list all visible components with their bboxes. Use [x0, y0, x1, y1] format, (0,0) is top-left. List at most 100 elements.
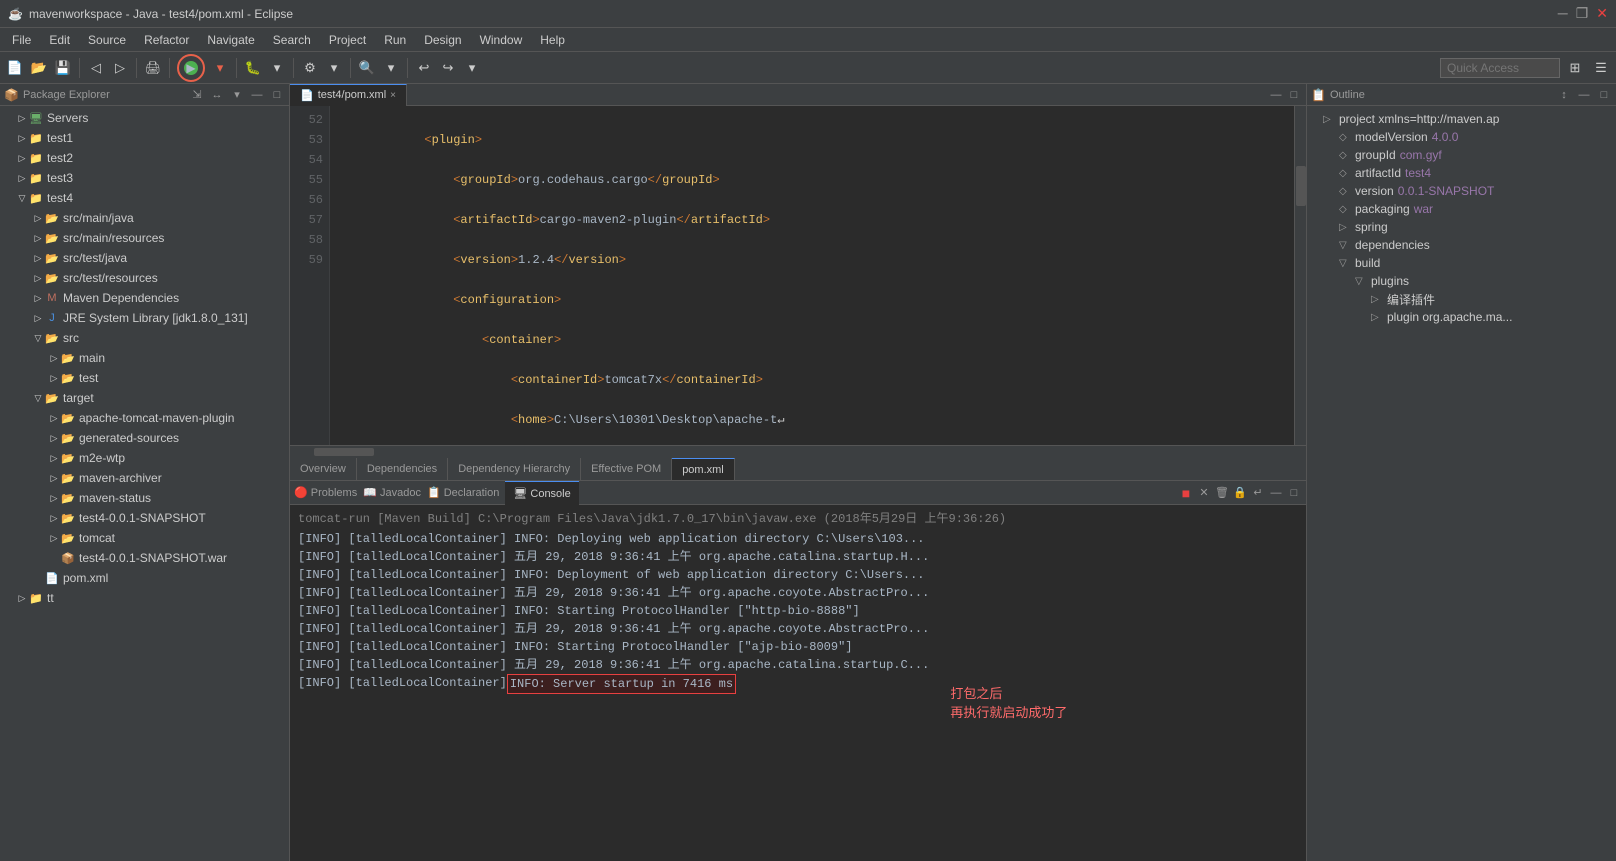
toggle-src[interactable]: ▽ — [32, 332, 44, 344]
tree-item-pom-xml[interactable]: ▷ 📄 pom.xml — [0, 568, 289, 588]
tree-item-tt[interactable]: ▷ 📁 tt — [0, 588, 289, 608]
outline-item-packaging[interactable]: ◇ packaging war — [1307, 200, 1616, 218]
editor-scrollbar[interactable] — [1294, 106, 1306, 445]
editor-hscroll[interactable] — [290, 445, 1306, 457]
menu-design[interactable]: Design — [416, 31, 469, 49]
menu-window[interactable]: Window — [472, 31, 531, 49]
console-tab-declaration[interactable]: 📋 Declaration — [427, 486, 499, 499]
tab-dependencies[interactable]: Dependencies — [357, 458, 448, 480]
toggle-maven-deps[interactable]: ▷ — [32, 292, 44, 304]
menu-help[interactable]: Help — [532, 31, 573, 49]
search-btn[interactable]: 🔍 — [356, 57, 378, 79]
minimize-btn[interactable]: ─ — [1558, 5, 1568, 22]
outline-item-artifactId[interactable]: ◇ artifactId test4 — [1307, 164, 1616, 182]
search-dropdown-btn[interactable]: ▾ — [380, 57, 402, 79]
tab-overview[interactable]: Overview — [290, 458, 357, 480]
open-btn[interactable]: 📂 — [28, 57, 50, 79]
tree-item-src[interactable]: ▽ 📂 src — [0, 328, 289, 348]
close-btn[interactable]: ✕ — [1596, 5, 1608, 22]
editor-scrollbar-thumb[interactable] — [1296, 166, 1306, 206]
open-perspective-btn[interactable]: ⊞ — [1564, 57, 1586, 79]
forward-btn[interactable]: ↪ — [437, 57, 459, 79]
toggle-src-main-resources[interactable]: ▷ — [32, 232, 44, 244]
ext-tools-btn[interactable]: ⚙ — [299, 57, 321, 79]
menu-file[interactable]: File — [4, 31, 39, 49]
toggle-jre[interactable]: ▷ — [32, 312, 44, 324]
remove-launch-btn[interactable]: ✕ — [1196, 485, 1212, 501]
link-editor-btn[interactable]: ↔ — [209, 87, 225, 103]
view-menu-btn[interactable]: ▾ — [229, 87, 245, 103]
tree-item-src-test-java[interactable]: ▷ 📂 src/test/java — [0, 248, 289, 268]
tree-item-maven-status[interactable]: ▷ 📂 maven-status — [0, 488, 289, 508]
save-btn[interactable]: 💾 — [52, 57, 74, 79]
terminate-btn[interactable]: ■ — [1178, 485, 1194, 501]
restore-btn[interactable]: ❐ — [1576, 5, 1589, 22]
console-max-btn[interactable]: □ — [1286, 485, 1302, 501]
tab-pom-xml[interactable]: pom.xml — [672, 458, 735, 480]
max-panel-btn[interactable]: □ — [269, 87, 285, 103]
editor-min-btn[interactable]: — — [1268, 87, 1284, 103]
ext-tools-dropdown-btn[interactable]: ▾ — [323, 57, 345, 79]
menu-navigate[interactable]: Navigate — [199, 31, 262, 49]
toggle-target[interactable]: ▽ — [32, 392, 44, 404]
outline-item-compiler[interactable]: ▷ 编译插件 — [1307, 290, 1616, 308]
editor-hscroll-thumb[interactable] — [314, 448, 374, 456]
console-tab-console-active[interactable]: 🖥 Console — [505, 481, 578, 505]
min-panel-btn[interactable]: — — [249, 87, 265, 103]
tree-item-main[interactable]: ▷ 📂 main — [0, 348, 289, 368]
tree-item-test4-snapshot[interactable]: ▷ 📂 test4-0.0.1-SNAPSHOT — [0, 508, 289, 528]
tree-item-war[interactable]: ▷ 📦 test4-0.0.1-SNAPSHOT.war — [0, 548, 289, 568]
toggle-maven-status[interactable]: ▷ — [48, 492, 60, 504]
menu-search[interactable]: Search — [265, 31, 319, 49]
toggle-apache-tomcat[interactable]: ▷ — [48, 412, 60, 424]
tree-item-src-main-resources[interactable]: ▷ 📂 src/main/resources — [0, 228, 289, 248]
scroll-lock-btn[interactable]: 🔒 — [1232, 485, 1248, 501]
editor-max-btn[interactable]: □ — [1286, 87, 1302, 103]
prev-edit-btn[interactable]: ◁ — [85, 57, 107, 79]
tree-item-servers[interactable]: ▷ 🖥 Servers — [0, 108, 289, 128]
outline-item-groupId[interactable]: ◇ groupId com.gyf — [1307, 146, 1616, 164]
toggle-src-main-java[interactable]: ▷ — [32, 212, 44, 224]
tree-item-tomcat[interactable]: ▷ 📂 tomcat — [0, 528, 289, 548]
perspective-icon[interactable]: ☰ — [1590, 57, 1612, 79]
tab-effective-pom[interactable]: Effective POM — [581, 458, 672, 480]
toggle-test3[interactable]: ▷ — [16, 172, 28, 184]
word-wrap-btn[interactable]: ↵ — [1250, 485, 1266, 501]
toggle-test[interactable]: ▷ — [48, 372, 60, 384]
console-tab-javadoc[interactable]: 📖 Javadoc — [363, 486, 421, 499]
outline-item-build[interactable]: ▽ build — [1307, 254, 1616, 272]
toggle-m2e[interactable]: ▷ — [48, 452, 60, 464]
debug-btn[interactable]: 🐛 — [242, 57, 264, 79]
tree-item-test3[interactable]: ▷ 📁 test3 — [0, 168, 289, 188]
tree-item-src-main-java[interactable]: ▷ 📂 src/main/java — [0, 208, 289, 228]
toggle-src-test-java[interactable]: ▷ — [32, 252, 44, 264]
menu-refactor[interactable]: Refactor — [136, 31, 197, 49]
toggle-test2[interactable]: ▷ — [16, 152, 28, 164]
tree-item-maven-deps[interactable]: ▷ M Maven Dependencies — [0, 288, 289, 308]
tree-item-target[interactable]: ▽ 📂 target — [0, 388, 289, 408]
outline-item-plugin-apache[interactable]: ▷ plugin org.apache.ma... — [1307, 308, 1616, 326]
run-inner-btn[interactable]: ▶ — [184, 61, 198, 75]
editor-tab-close[interactable]: × — [390, 90, 396, 101]
menu-source[interactable]: Source — [80, 31, 134, 49]
outline-item-dependencies[interactable]: ▽ dependencies — [1307, 236, 1616, 254]
toggle-main[interactable]: ▷ — [48, 352, 60, 364]
tab-dep-hierarchy[interactable]: Dependency Hierarchy — [448, 458, 581, 480]
outline-item-modelVersion[interactable]: ◇ modelVersion 4.0.0 — [1307, 128, 1616, 146]
tree-item-m2e-wtp[interactable]: ▷ 📂 m2e-wtp — [0, 448, 289, 468]
collapse-all-btn[interactable]: ⇲ — [189, 87, 205, 103]
outline-max-btn[interactable]: □ — [1596, 87, 1612, 103]
print-btn[interactable]: 🖨 — [142, 57, 164, 79]
outline-sort-btn[interactable]: ↕ — [1556, 87, 1572, 103]
toggle-maven-archiver[interactable]: ▷ — [48, 472, 60, 484]
history-btn[interactable]: ↩ — [413, 57, 435, 79]
toggle-test4-snapshot[interactable]: ▷ — [48, 512, 60, 524]
editor-tab-pom[interactable]: 📄 test4/pom.xml × — [290, 84, 407, 106]
tree-item-test1[interactable]: ▷ 📁 test1 — [0, 128, 289, 148]
outline-item-project[interactable]: ▷ project xmlns=http://maven.ap — [1307, 110, 1616, 128]
tree-item-apache-tomcat[interactable]: ▷ 📂 apache-tomcat-maven-plugin — [0, 408, 289, 428]
outline-item-spring[interactable]: ▷ spring — [1307, 218, 1616, 236]
menu-run[interactable]: Run — [376, 31, 414, 49]
toggle-test4[interactable]: ▽ — [16, 192, 28, 204]
tree-item-generated-sources[interactable]: ▷ 📂 generated-sources — [0, 428, 289, 448]
